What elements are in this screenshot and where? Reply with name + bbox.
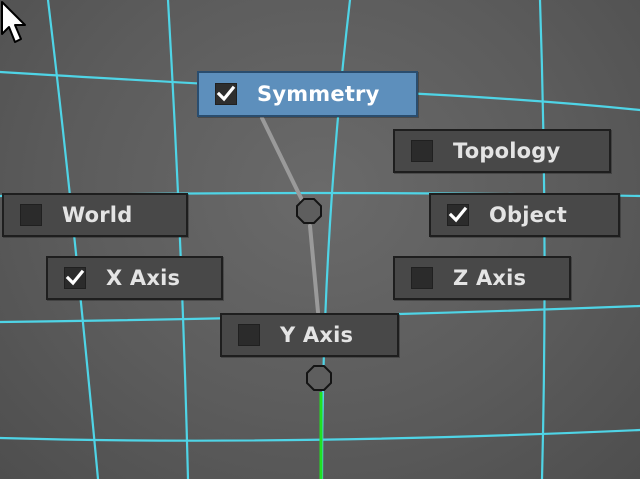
menu-item-z-axis[interactable]: Z Axis [393, 256, 571, 300]
menu-item-label: World [62, 203, 133, 227]
checkbox-symmetry[interactable] [215, 83, 237, 105]
menu-item-x-axis[interactable]: X Axis [46, 256, 223, 300]
menu-item-label: Symmetry [257, 82, 380, 106]
checkbox-object[interactable] [447, 204, 469, 226]
checkmark-icon [448, 206, 468, 223]
menu-node-lower [306, 365, 332, 391]
checkbox-x-axis[interactable] [64, 267, 86, 289]
menu-item-topology[interactable]: Topology [393, 129, 611, 173]
menu-item-label: Z Axis [453, 266, 527, 290]
menu-item-label: Y Axis [280, 323, 354, 347]
3d-viewport[interactable]: Symmetry Topology World Object X Axis Z … [0, 0, 640, 479]
checkbox-y-axis[interactable] [238, 324, 260, 346]
menu-item-world[interactable]: World [2, 193, 188, 237]
gesture-line [308, 224, 320, 314]
mouse-pointer-icon [1, 1, 26, 43]
menu-item-symmetry[interactable]: Symmetry [197, 71, 418, 117]
menu-item-label: Object [489, 203, 568, 227]
mesh-edge [46, 0, 100, 479]
mesh-edge [538, 0, 546, 479]
menu-item-label: X Axis [106, 266, 181, 290]
menu-item-label: Topology [453, 139, 561, 163]
menu-item-y-axis[interactable]: Y Axis [220, 313, 399, 357]
mesh-edge [166, 0, 190, 479]
checkmark-icon [65, 269, 85, 286]
checkmark-icon [216, 85, 236, 102]
checkbox-z-axis[interactable] [411, 267, 433, 289]
checkbox-world[interactable] [20, 204, 42, 226]
checkbox-topology[interactable] [411, 140, 433, 162]
menu-node-upper [296, 198, 322, 224]
menu-item-object[interactable]: Object [429, 193, 620, 237]
gesture-line [260, 116, 310, 214]
